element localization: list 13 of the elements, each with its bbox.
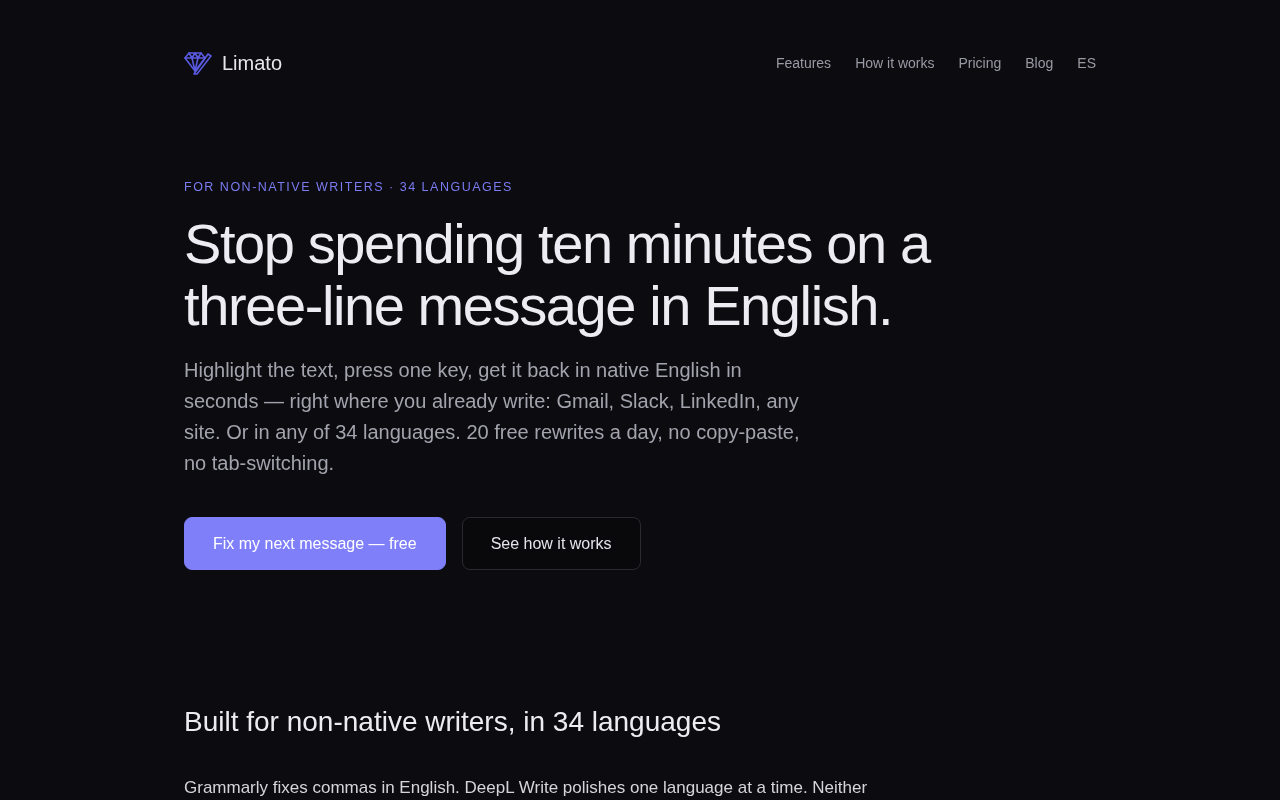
section-paragraph: Grammarly fixes commas in English. DeepL Write polishes one language at a time. Neither [184,777,868,799]
hero-title: Stop spending ten minutes on a three-line message in English. [184,213,932,337]
nav-link[interactable]: Features [775,52,832,74]
eyebrow-label: FOR NON-NATIVE WRITERS · 34 LANGUAGES [184,179,513,195]
hero-description: Highlight the text, press one key, get it back in native English in seconds — right where you already write: Gmail, Slack, LinkedIn, any site. Or in any of 34 languages. 20 free rewrites a day, no copy-paste, no tab-switching. [184,358,801,476]
nav-link[interactable]: How it works [855,52,935,74]
diamond-pen-logo-icon [184,51,212,75]
section-heading: Built for non-native writers, in 34 languages [184,705,721,739]
nav-link[interactable]: ES [1077,52,1096,74]
nav-link[interactable]: Blog [1025,52,1054,74]
nav-link[interactable]: Pricing [958,52,1002,74]
secondary-button[interactable]: See how it works [461,517,641,570]
brand-name[interactable]: Limato [222,48,283,78]
